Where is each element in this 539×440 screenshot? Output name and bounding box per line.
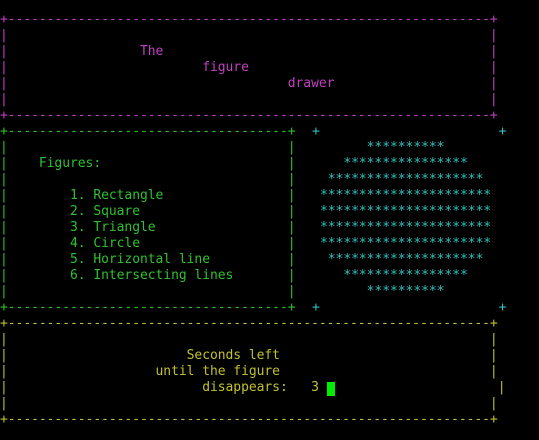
menu-item-circle: | 4. Circle | [0,236,296,251]
menu-box-row: +------------------------------------+ [0,300,296,315]
menu-item-rectangle: | 1. Rectangle | [0,188,296,203]
circle-figure-row: ********************** [320,236,492,251]
timer-label-seconds-left: | Seconds left | [0,348,498,363]
circle-figure-row: ********** [320,140,445,155]
circle-figure-row: **************** [320,268,468,283]
circle-figure-row: ********************** [320,220,492,235]
menu-item-horizontal-line: | 5. Horizontal line | [0,252,296,267]
title-box-row: +---------------------------------------… [0,108,498,123]
timer-countdown-row: | disappears: 3 | [0,380,506,395]
title-box-row: +---------------------------------------… [0,12,498,27]
timer-label-until-figure: | until the figure | [0,364,498,379]
menu-box-row: +------------------------------------+ [0,124,296,139]
circle-figure-row: ********************** [320,204,492,219]
circle-figure-row: **************** [320,156,468,171]
circle-figure-row: ******************** [320,172,484,187]
menu-item-triangle: | 3. Triangle | [0,220,296,235]
title-box-row: | | [0,28,498,43]
timer-box-row: +---------------------------------------… [0,316,498,331]
title-word-the: | The | [0,44,498,59]
menu-box-row: | | [0,172,296,187]
figure-corners-top: + + [312,124,507,139]
timer-box-row: | | [0,332,498,347]
figure-corners-bottom: + + [312,300,507,315]
title-box-row: | | [0,92,498,107]
timer-box-row: +---------------------------------------… [0,412,498,427]
title-word-figure: | figure | [0,60,498,75]
terminal-cursor [327,382,335,396]
menu-box-row: | | [0,140,296,155]
circle-figure-row: ******************** [320,252,484,267]
menu-item-intersecting-lines: | 6. Intersecting lines | [0,268,296,283]
circle-figure-row: ********** [320,284,445,299]
title-word-drawer: | drawer | [0,76,498,91]
timer-box-row: | | [0,396,498,411]
menu-box-row: | | [0,284,296,299]
circle-figure-row: ********************** [320,188,492,203]
menu-heading: | Figures: | [0,156,296,171]
menu-item-square: | 2. Square | [0,204,296,219]
